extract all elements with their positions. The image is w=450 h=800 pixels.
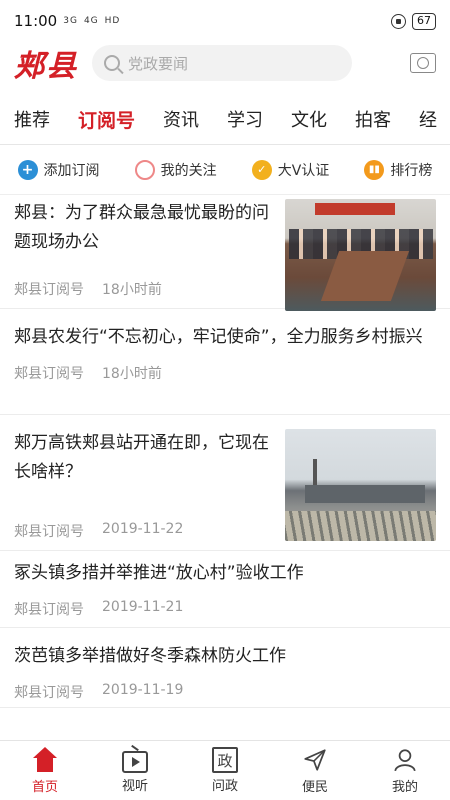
article-item[interactable]: 郏万高铁郏县站开通在即，它现在长啥样？ 郏县订阅号 2019-11-22	[0, 415, 450, 551]
article-meta: 郏县订阅号 2019-11-22	[14, 521, 183, 541]
send-icon	[301, 746, 329, 774]
article-item[interactable]: 郏县农发行“不忘初心，牢记使命”，全力服务乡村振兴 郏县订阅号 18小时前	[0, 309, 450, 415]
tab-economy[interactable]: 经	[419, 106, 437, 132]
quick-action-label: 添加订阅	[43, 162, 100, 179]
tab-culture[interactable]: 文化	[291, 106, 327, 132]
article-time: 2019-11-21	[102, 599, 184, 615]
plus-icon: +	[17, 159, 38, 180]
article-title: 郏万高铁郏县站开通在即，它现在长啥样？	[14, 433, 269, 482]
article-item[interactable]: 茨芭镇多举措做好冬季森林防火工作 郏县订阅号 2019-11-19	[0, 628, 450, 708]
article-time: 18小时前	[102, 366, 162, 382]
search-icon	[104, 55, 120, 71]
nav-services[interactable]: 便民	[280, 746, 350, 795]
status-time: 11:00	[14, 12, 58, 30]
article-time: 2019-11-22	[102, 521, 184, 537]
nav-home[interactable]: 首页	[10, 746, 80, 795]
my-follows-button[interactable]: 我的关注	[134, 159, 217, 180]
circle-icon	[134, 159, 155, 180]
zheng-icon: 政	[212, 747, 238, 773]
signal-4g: 4G	[83, 16, 99, 26]
search-placeholder: 党政要闻	[128, 54, 189, 73]
bottom-nav: 首页 视听 政 问政 便民 我的	[0, 740, 450, 800]
search-bar[interactable]: 党政要闻	[92, 45, 352, 81]
rotation-lock-icon	[391, 13, 406, 29]
tv-icon	[122, 751, 148, 773]
tab-subscriptions[interactable]: 订阅号	[78, 106, 135, 133]
nav-label: 我的	[391, 780, 418, 795]
tab-study[interactable]: 学习	[227, 106, 263, 132]
user-icon	[391, 746, 419, 774]
article-meta: 郏县订阅号 18小时前	[14, 352, 436, 395]
status-left: 11:00 3G 4G HD	[14, 12, 120, 30]
quick-action-label: 大V认证	[277, 162, 330, 179]
article-title: 冢头镇多措并举推进“放心村”验收工作	[14, 563, 304, 583]
add-subscription-button[interactable]: + 添加订阅	[17, 159, 100, 180]
battery-indicator: 67	[412, 12, 436, 30]
article-source: 郏县订阅号	[14, 282, 84, 298]
ranking-icon: ▮▮	[364, 159, 385, 180]
quick-action-label: 排行榜	[390, 162, 433, 179]
brand-logo: 郏县	[14, 49, 78, 84]
nav-profile[interactable]: 我的	[370, 746, 440, 795]
signal-3g: 3G	[63, 16, 78, 26]
article-item[interactable]: 郏县：为了群众最急最忧最盼的问题现场办公 郏县订阅号 18小时前	[0, 185, 450, 311]
nav-label: 问政	[211, 779, 238, 794]
app-header: 郏县 党政要闻	[0, 42, 450, 84]
tab-news[interactable]: 资讯	[163, 106, 199, 132]
nav-media[interactable]: 视听	[100, 747, 170, 794]
v-badge-icon: ✓	[251, 159, 272, 180]
home-icon	[31, 746, 59, 774]
category-tabs: 推荐 订阅号 资讯 学习 文化 拍客 经	[0, 94, 450, 144]
camera-icon[interactable]	[410, 53, 436, 73]
article-time: 18小时前	[102, 282, 162, 298]
tab-photographer[interactable]: 拍客	[355, 106, 391, 132]
nav-inquiry[interactable]: 政 问政	[190, 747, 260, 794]
nav-label: 首页	[31, 780, 58, 795]
article-source: 郏县订阅号	[14, 524, 84, 540]
ranking-button[interactable]: ▮▮ 排行榜	[364, 159, 433, 180]
tab-recommend[interactable]: 推荐	[14, 106, 50, 132]
nav-label: 便民	[301, 780, 328, 795]
article-thumbnail	[285, 199, 436, 311]
article-thumbnail	[285, 429, 436, 541]
article-title: 茨芭镇多举措做好冬季森林防火工作	[14, 646, 286, 666]
article-source: 郏县订阅号	[14, 602, 84, 618]
article-meta: 郏县订阅号 2019-11-19	[14, 671, 436, 714]
article-meta: 郏县订阅号 18小时前	[14, 279, 162, 299]
hd-indicator: HD	[104, 16, 121, 26]
article-time: 2019-11-19	[102, 682, 184, 698]
article-meta: 郏县订阅号 2019-11-21	[14, 588, 436, 631]
article-title: 郏县农发行“不忘初心，牢记使命”，全力服务乡村振兴	[14, 327, 423, 347]
nav-label: 视听	[121, 779, 148, 794]
quick-action-label: 我的关注	[160, 162, 217, 179]
article-feed: 郏县：为了群众最急最忧最盼的问题现场办公 郏县订阅号 18小时前 郏县农发行“不…	[0, 185, 450, 740]
status-right: 67	[391, 12, 436, 30]
big-v-verify-button[interactable]: ✓ 大V认证	[251, 159, 330, 180]
article-item[interactable]: 冢头镇多措并举推进“放心村”验收工作 郏县订阅号 2019-11-21	[0, 551, 450, 628]
article-source: 郏县订阅号	[14, 366, 84, 382]
article-title: 郏县：为了群众最急最忧最盼的问题现场办公	[14, 203, 269, 252]
status-bar: 11:00 3G 4G HD 67	[0, 0, 450, 42]
article-source: 郏县订阅号	[14, 685, 84, 701]
